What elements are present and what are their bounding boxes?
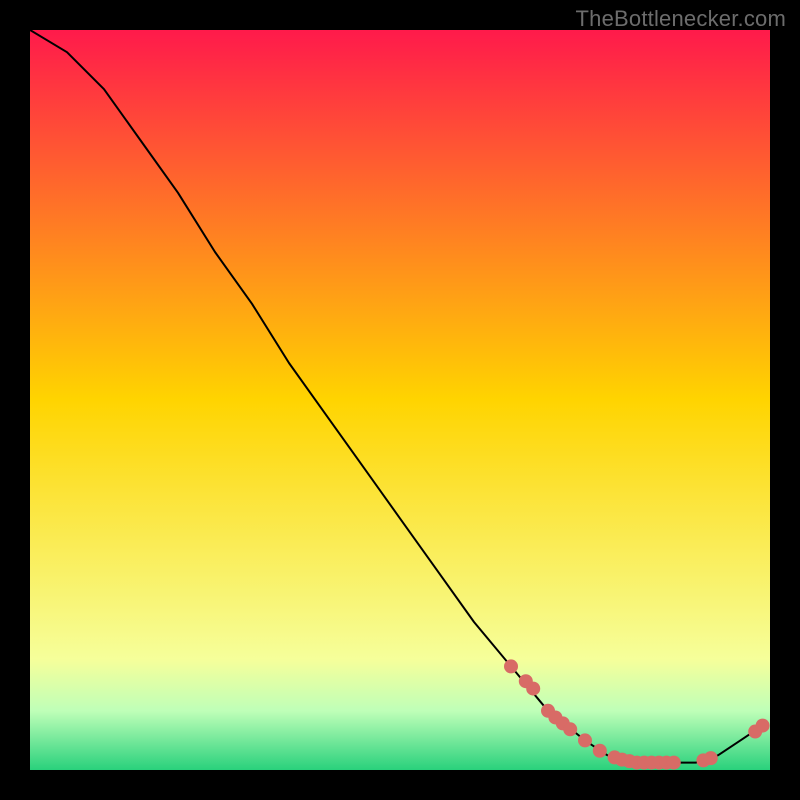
curve-marker [704, 751, 718, 765]
curve-marker [593, 744, 607, 758]
curve-marker [504, 659, 518, 673]
curve-marker [563, 722, 577, 736]
chart-frame: TheBottlenecker.com [0, 0, 800, 800]
watermark-text: TheBottlenecker.com [576, 6, 786, 32]
chart-plot-area [30, 30, 770, 770]
curve-marker [526, 682, 540, 696]
curve-marker [756, 719, 770, 733]
curve-marker [667, 756, 681, 770]
chart-svg [30, 30, 770, 770]
curve-marker [578, 733, 592, 747]
